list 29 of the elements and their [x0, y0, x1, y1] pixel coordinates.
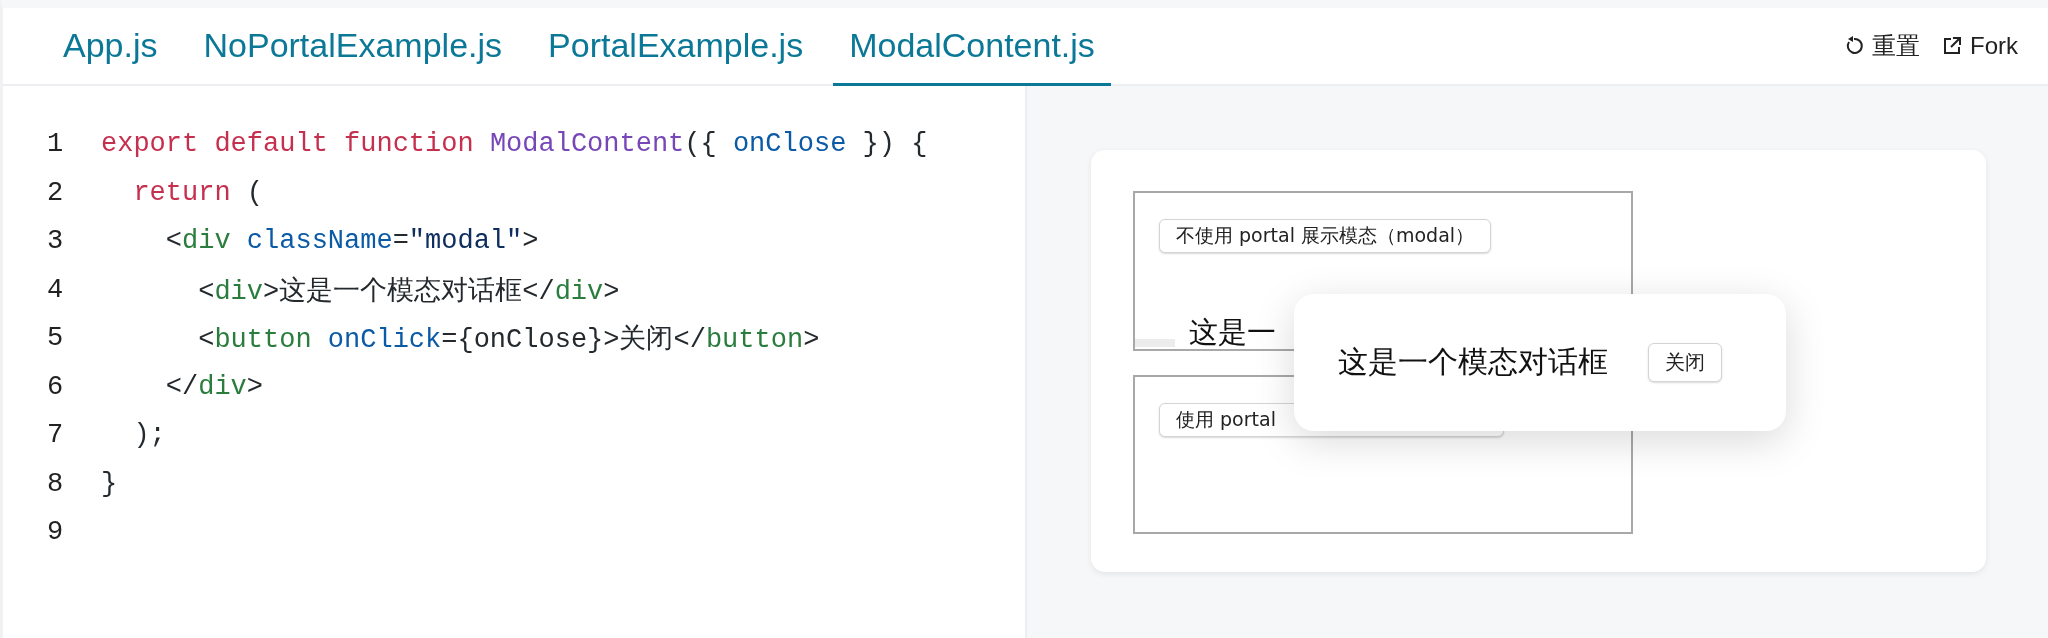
code-line: <div>这是一个模态对话框</div>	[197, 275, 620, 308]
reset-icon	[1844, 36, 1864, 56]
code-line: </div>	[164, 371, 264, 402]
line-number: 4	[46, 274, 65, 305]
file-tab[interactable]: PortalExample.js	[532, 8, 820, 86]
reset-button[interactable]: 重置	[1844, 30, 1920, 62]
line-number: 7	[46, 420, 65, 451]
line-number: 6	[46, 371, 65, 402]
modal-text: 这是一	[1189, 317, 1276, 349]
code-line: <div className="modal">	[164, 226, 539, 257]
code-line: );	[132, 420, 166, 451]
close-button[interactable]: 关闭	[1648, 343, 1722, 382]
file-tab[interactable]: NoPortalExample.js	[187, 8, 519, 86]
line-number: 1	[46, 129, 65, 160]
external-link-icon	[1942, 36, 1962, 56]
modal-edge	[1135, 339, 1175, 347]
code-line: <button onClick={onClose}>关闭</button>	[197, 323, 820, 357]
line-number: 5	[46, 323, 65, 354]
modal-text: 这是一个模态对话框	[1338, 343, 1608, 381]
line-number: 3	[46, 226, 65, 257]
code-line: return (	[132, 177, 264, 208]
code-line: }	[101, 468, 118, 499]
line-number: 2	[46, 177, 65, 208]
line-number: 8	[46, 468, 65, 499]
show-modal-button[interactable]: 不使用 portal 展示模态（modal）	[1159, 219, 1492, 253]
line-number: 9	[46, 517, 65, 548]
code-line: export default function ModalContent({ onClose }) {	[101, 129, 928, 160]
file-tab[interactable]: App.js	[47, 8, 174, 86]
fork-button[interactable]: Fork	[1942, 32, 2018, 60]
